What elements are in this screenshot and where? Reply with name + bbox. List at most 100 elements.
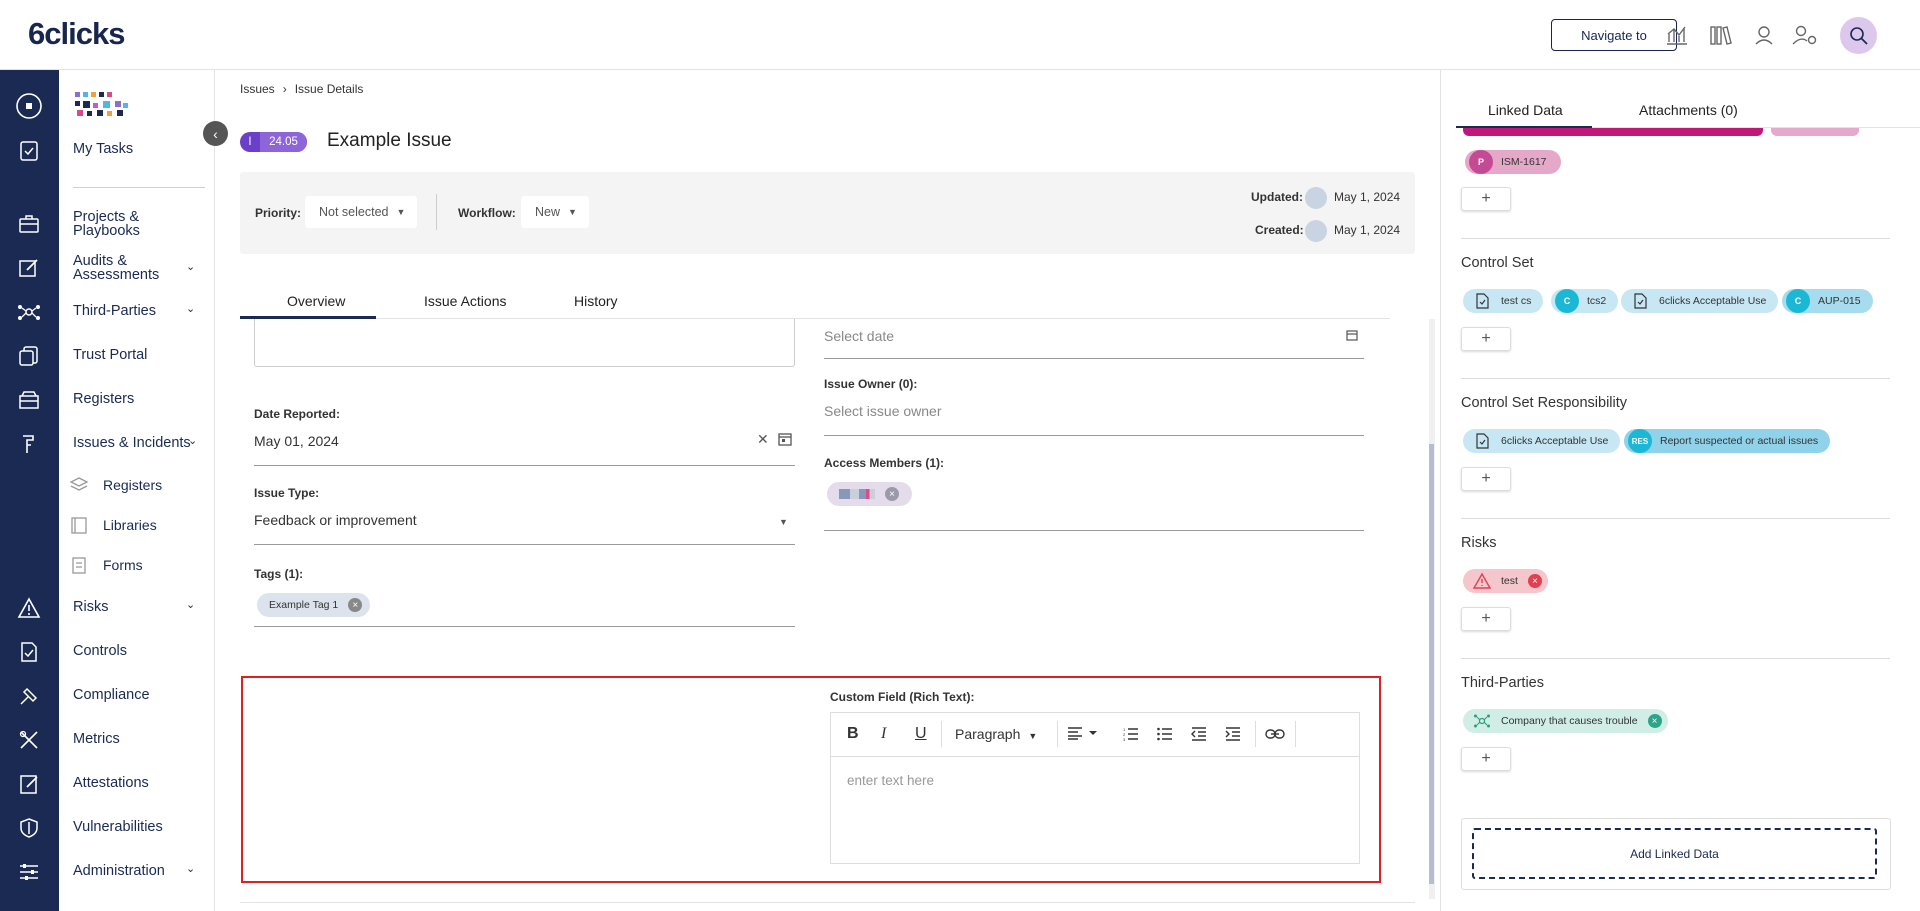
- menu-issues-incidents[interactable]: Issues & Incidents: [73, 436, 191, 451]
- linked-chip-ism[interactable]: P ISM-1617: [1465, 150, 1561, 174]
- breadcrumb: Issues › Issue Details: [240, 82, 371, 96]
- bullet-list-icon[interactable]: [1157, 727, 1173, 746]
- submenu-libraries[interactable]: Libraries: [103, 517, 157, 533]
- chevron-down-icon[interactable]: ⌄: [186, 302, 195, 315]
- tab-linked-data[interactable]: Linked Data: [1488, 102, 1563, 118]
- issue-owner-input[interactable]: Select issue owner: [824, 403, 942, 419]
- chevron-down-icon[interactable]: ⌄: [186, 260, 195, 273]
- issues-icon[interactable]: [15, 430, 43, 458]
- menu-projects-playbooks[interactable]: Projects & Playbooks: [73, 210, 183, 239]
- tab-attachments[interactable]: Attachments (0): [1639, 102, 1738, 118]
- ordered-list-icon[interactable]: 123: [1123, 727, 1139, 746]
- menu-attestations[interactable]: Attestations: [73, 776, 149, 791]
- add-linked-data-button[interactable]: Add Linked Data: [1472, 828, 1877, 879]
- italic-icon[interactable]: I: [881, 725, 886, 743]
- linked-chip-partial[interactable]: [1463, 128, 1763, 136]
- app-logo[interactable]: 6clicks: [28, 16, 125, 52]
- controls-icon[interactable]: [15, 638, 43, 666]
- member-chip[interactable]: ×: [827, 482, 912, 506]
- library-icon[interactable]: [1708, 22, 1734, 48]
- chevron-down-icon[interactable]: ⌄: [186, 862, 195, 875]
- control-set-chip[interactable]: Ctcs2: [1551, 289, 1619, 313]
- date-reported-value[interactable]: May 01, 2024: [254, 433, 339, 449]
- add-third-party-button[interactable]: +: [1461, 747, 1511, 771]
- menu-compliance[interactable]: Compliance: [73, 688, 150, 703]
- menu-controls[interactable]: Controls: [73, 644, 127, 659]
- add-item-button[interactable]: +: [1461, 187, 1511, 211]
- warning-icon[interactable]: [15, 594, 43, 622]
- chevron-down-icon[interactable]: ⌄: [186, 598, 195, 611]
- scrollbar-thumb[interactable]: [1429, 444, 1434, 884]
- indent-icon[interactable]: [1225, 727, 1241, 746]
- breadcrumb-issues[interactable]: Issues: [240, 82, 275, 96]
- bold-icon[interactable]: B: [847, 725, 859, 743]
- calendar-icon[interactable]: [1346, 328, 1358, 346]
- control-set-chip[interactable]: 6clicks Acceptable Use: [1621, 289, 1779, 313]
- chevron-down-icon[interactable]: ⌄: [188, 434, 197, 447]
- add-risk-button[interactable]: +: [1461, 607, 1511, 631]
- remove-icon[interactable]: ×: [348, 598, 363, 612]
- menu-third-parties[interactable]: Third-Parties: [73, 304, 156, 319]
- underline-icon[interactable]: U: [915, 725, 927, 743]
- shield-icon[interactable]: [15, 814, 43, 842]
- home-icon[interactable]: [15, 92, 43, 120]
- outdent-icon[interactable]: [1191, 727, 1207, 746]
- menu-administration[interactable]: Administration: [73, 864, 165, 879]
- remove-icon[interactable]: ×: [1527, 574, 1542, 588]
- tasks-icon[interactable]: [15, 136, 43, 164]
- user-settings-icon[interactable]: [1792, 22, 1818, 48]
- tab-history[interactable]: History: [574, 293, 618, 309]
- caret-down-icon[interactable]: ▼: [779, 517, 788, 527]
- rich-text-editor[interactable]: enter text here: [830, 756, 1360, 864]
- edit-icon[interactable]: [15, 254, 43, 282]
- third-party-chip[interactable]: Company that causes trouble ×: [1463, 709, 1668, 733]
- tab-issue-actions[interactable]: Issue Actions: [424, 293, 507, 309]
- tag-chip[interactable]: Example Tag 1 ×: [257, 593, 371, 617]
- issue-type-value[interactable]: Feedback or improvement: [254, 512, 417, 528]
- align-icon[interactable]: [1067, 726, 1103, 745]
- navigate-to-button[interactable]: Navigate to: [1551, 19, 1677, 51]
- chip-letter: C: [1555, 289, 1579, 313]
- menu-audits-assessments[interactable]: Audits & Assessments: [73, 254, 183, 283]
- calendar-icon[interactable]: [778, 432, 792, 451]
- attestations-icon[interactable]: [15, 770, 43, 798]
- menu-vulnerabilities[interactable]: Vulnerabilities: [73, 820, 163, 835]
- add-control-set-button[interactable]: +: [1461, 327, 1511, 351]
- select-date-input[interactable]: Select date: [824, 328, 894, 344]
- submenu-registers[interactable]: Registers: [103, 477, 162, 493]
- registers-icon[interactable]: [15, 386, 43, 414]
- menu-registers[interactable]: Registers: [73, 392, 134, 407]
- responsibility-chip[interactable]: RES Report suspected or actual issues: [1624, 429, 1831, 453]
- field-underline: [254, 626, 795, 627]
- user-icon[interactable]: [1751, 22, 1777, 48]
- tools-icon[interactable]: [15, 726, 43, 754]
- remove-icon[interactable]: ×: [885, 487, 899, 501]
- sliders-icon[interactable]: [15, 858, 43, 886]
- menu-trust-portal[interactable]: Trust Portal: [73, 348, 147, 363]
- tab-overview[interactable]: Overview: [287, 293, 345, 309]
- add-responsibility-button[interactable]: +: [1461, 467, 1511, 491]
- paragraph-select[interactable]: Paragraph ▼: [955, 726, 1037, 742]
- remove-icon[interactable]: ×: [1647, 714, 1662, 728]
- priority-dropdown[interactable]: Not selected ▼: [305, 196, 417, 228]
- linked-chip-partial[interactable]: [1771, 128, 1859, 136]
- menu-risks[interactable]: Risks: [73, 600, 108, 615]
- briefcase-icon[interactable]: [15, 210, 43, 238]
- clear-icon[interactable]: ✕: [757, 431, 769, 448]
- description-textarea[interactable]: [254, 319, 795, 367]
- analytics-icon[interactable]: [1664, 22, 1690, 48]
- portal-icon[interactable]: [15, 342, 43, 370]
- responsibility-chip[interactable]: 6clicks Acceptable Use: [1463, 429, 1621, 453]
- network-icon[interactable]: [15, 298, 43, 326]
- risk-chip[interactable]: test ×: [1463, 569, 1548, 593]
- control-set-chip[interactable]: test cs: [1463, 289, 1544, 313]
- compliance-icon[interactable]: [15, 682, 43, 710]
- control-set-chip[interactable]: C AUP-015: [1782, 289, 1873, 313]
- avatar: [1305, 187, 1327, 209]
- search-user-icon[interactable]: [1840, 17, 1877, 54]
- submenu-forms[interactable]: Forms: [103, 557, 143, 573]
- menu-my-tasks[interactable]: My Tasks: [73, 142, 133, 157]
- link-icon[interactable]: [1265, 727, 1285, 746]
- menu-metrics[interactable]: Metrics: [73, 732, 120, 747]
- workflow-dropdown[interactable]: New ▼: [521, 196, 589, 228]
